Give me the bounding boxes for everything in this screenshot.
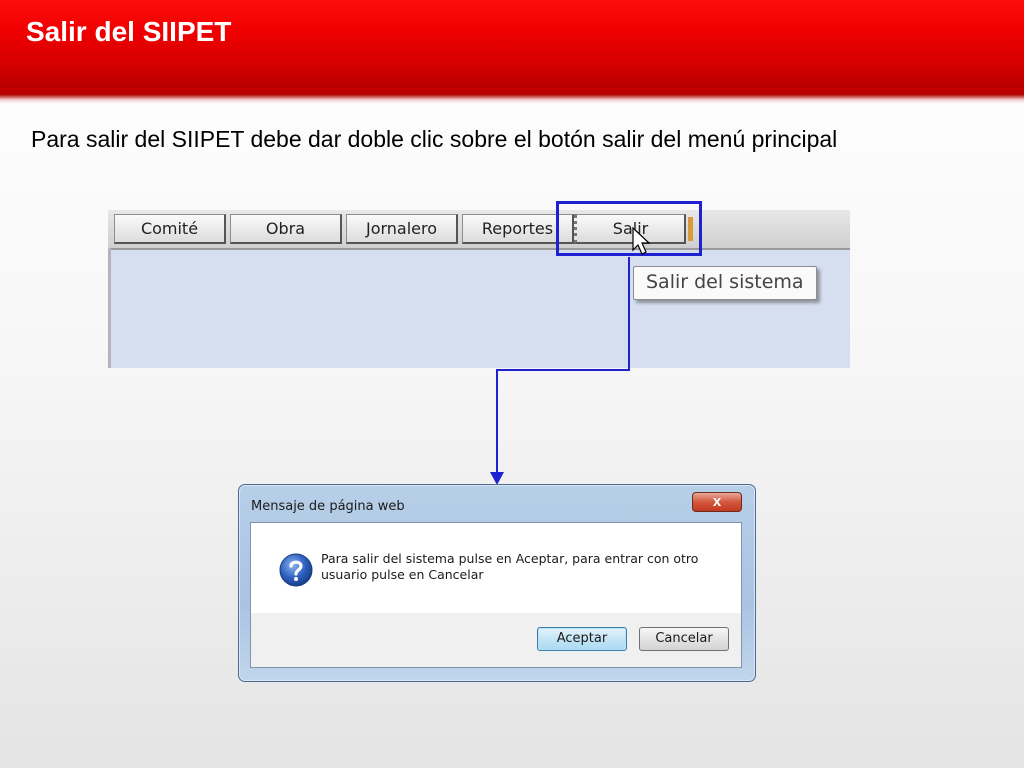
salir-highlight-box bbox=[556, 201, 702, 256]
dialog-message-area: Para salir del sistema pulse en Aceptar,… bbox=[251, 523, 741, 613]
close-icon: x bbox=[712, 493, 722, 510]
main-menu-bar: Comité Obra Jornalero Reportes Salir bbox=[108, 210, 850, 250]
header-divider bbox=[0, 88, 1024, 104]
dialog-message: Para salir del sistema pulse en Aceptar,… bbox=[321, 551, 699, 582]
confirm-dialog: Mensaje de página web x Para salir del s… bbox=[238, 484, 756, 682]
content-border bbox=[108, 248, 111, 368]
menu-button-jornalero[interactable]: Jornalero bbox=[346, 214, 458, 244]
accept-button[interactable]: Aceptar bbox=[537, 627, 627, 651]
instruction-text: Para salir del SIIPET debe dar doble cli… bbox=[31, 126, 838, 152]
question-icon bbox=[279, 553, 313, 587]
menu-button-obra[interactable]: Obra bbox=[230, 214, 342, 244]
slide-title: Salir del SIIPET bbox=[26, 16, 232, 47]
dialog-title: Mensaje de página web bbox=[251, 499, 405, 514]
dialog-close-button[interactable]: x bbox=[692, 492, 742, 512]
cancel-button[interactable]: Cancelar bbox=[639, 627, 729, 651]
dialog-body: Para salir del sistema pulse en Aceptar,… bbox=[250, 522, 742, 668]
slide-header: Salir del SIIPET bbox=[0, 0, 1024, 88]
tooltip-salir-del-sistema: Salir del sistema bbox=[633, 266, 817, 300]
menu-button-comite[interactable]: Comité bbox=[114, 214, 226, 244]
